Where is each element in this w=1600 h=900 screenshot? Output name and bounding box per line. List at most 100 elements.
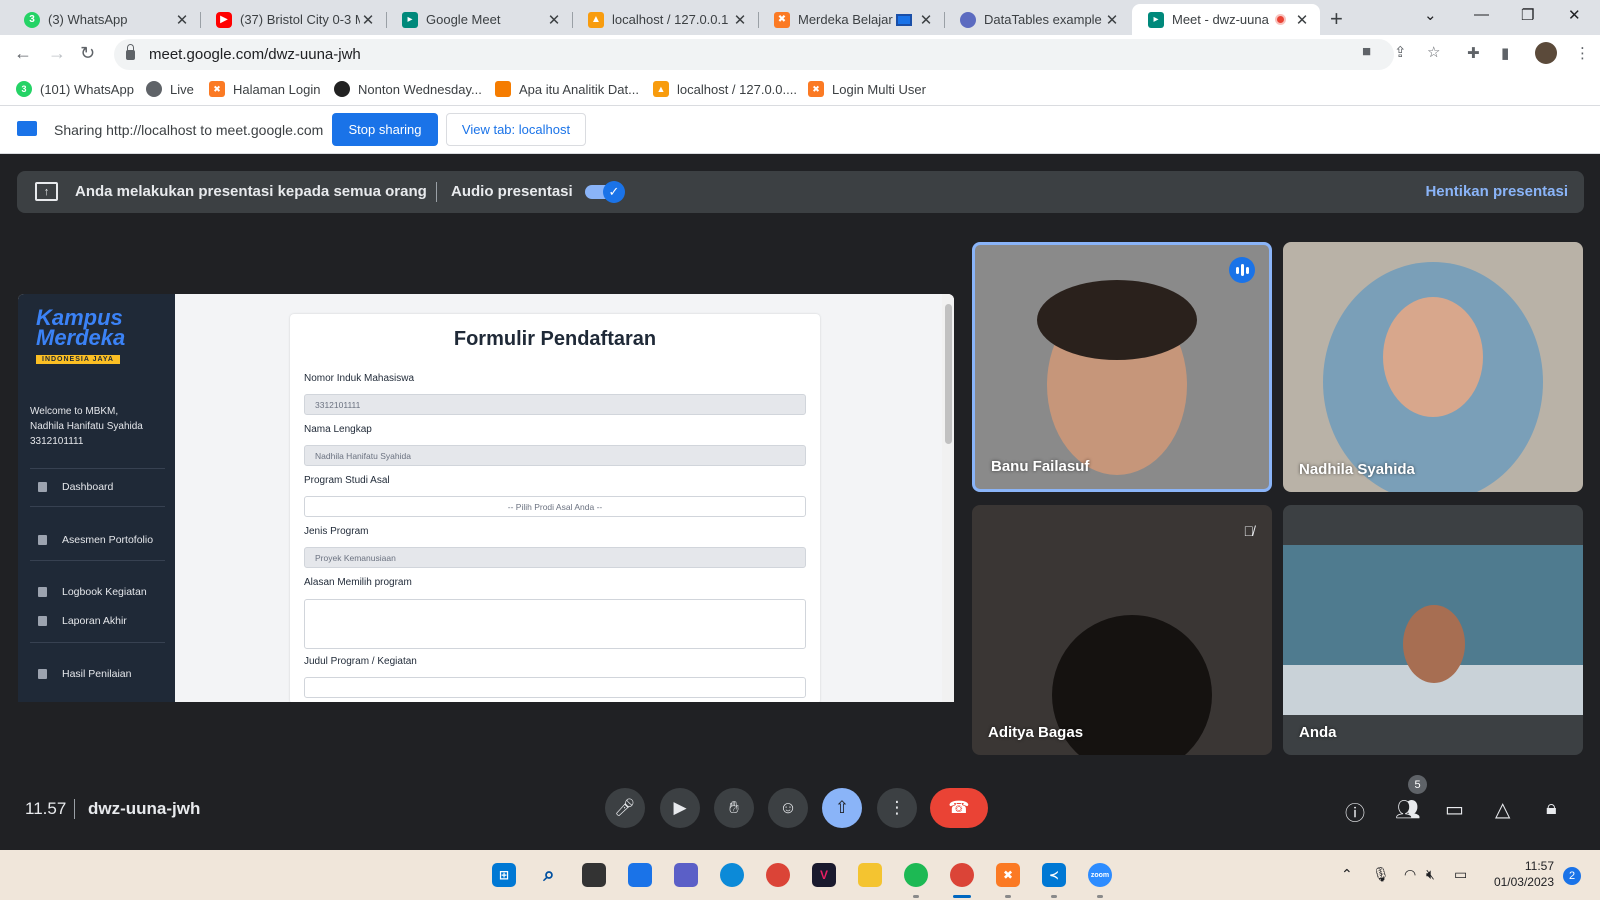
menu-item-hasil[interactable]: Hasil Penilaian — [38, 668, 131, 680]
close-tab-icon[interactable]: ✕ — [1104, 11, 1120, 29]
mic-tray-icon[interactable]: 🎙︎ — [1372, 866, 1390, 883]
mic-icon: 🎤︎ — [614, 798, 636, 817]
close-tab-icon[interactable]: ✕ — [360, 11, 376, 29]
menu-item-asesmen[interactable]: Asesmen Portofolio — [38, 534, 153, 546]
participant-tile[interactable]: Banu Failasuf — [972, 242, 1272, 492]
participant-tile[interactable]: Anda — [1283, 505, 1583, 755]
browser-tab[interactable]: ▲ localhost / 127.0.0.1 / ✕ — [572, 4, 759, 35]
close-tab-icon[interactable]: ✕ — [546, 11, 562, 29]
app-icon[interactable]: V — [812, 863, 836, 887]
back-icon[interactable]: ← — [14, 43, 32, 64]
minimize-icon[interactable]: — — [1474, 6, 1489, 23]
xampp-icon[interactable]: ✖ — [996, 863, 1020, 887]
menu-item-dashboard[interactable]: Dashboard — [38, 481, 113, 493]
file-explorer-icon[interactable] — [858, 863, 882, 887]
task-view-icon[interactable] — [582, 863, 606, 887]
close-tab-icon[interactable]: ✕ — [1294, 11, 1310, 29]
chat-icon[interactable]: ▭ — [1445, 797, 1464, 822]
scrollbar[interactable] — [942, 294, 954, 702]
phpmyadmin-icon: ▲ — [588, 11, 604, 28]
browser-tab[interactable]: 3 (3) WhatsApp ✕ — [8, 4, 201, 35]
presentation-banner: ↑ Anda melakukan presentasi kepada semua… — [17, 171, 1584, 213]
tab-search-icon[interactable]: ⌄ — [1424, 6, 1437, 24]
chrome-menu-icon[interactable]: ⋮ — [1575, 44, 1590, 62]
jenis-field[interactable]: Proyek Kemanusiaan — [304, 547, 806, 568]
raise-hand-button[interactable]: ✋︎ — [714, 788, 754, 828]
stop-presenting-link[interactable]: Hentikan presentasi — [1425, 183, 1568, 200]
host-controls-icon[interactable]: 🔒︎ — [1546, 797, 1557, 820]
camera-icon[interactable]: ■ — [1362, 43, 1371, 60]
more-options-button[interactable]: ⋮ — [877, 788, 917, 828]
new-tab-icon[interactable]: + — [1330, 6, 1343, 32]
menu-item-laporan[interactable]: Laporan Akhir — [38, 615, 127, 627]
menu-item-logbook[interactable]: Logbook Kegiatan — [38, 586, 147, 598]
participant-tile[interactable]: 🎙̸ Aditya Bagas — [972, 505, 1272, 755]
extensions-icon[interactable]: ✚ — [1467, 44, 1480, 62]
battery-icon[interactable]: ▭ — [1454, 866, 1467, 883]
analytics-icon — [495, 81, 511, 97]
windows-start-icon[interactable]: ⊞ — [492, 863, 516, 887]
people-icon[interactable]: 👥︎ — [1395, 797, 1420, 822]
prodi-select[interactable]: -- Pilih Prodi Asal Anda -- — [304, 496, 806, 517]
reload-icon[interactable]: ↻ — [80, 43, 95, 64]
prodi-label: Program Studi Asal — [304, 475, 390, 486]
wifi-icon[interactable]: ◠ — [1404, 866, 1416, 883]
maximize-icon[interactable]: ❐ — [1521, 6, 1534, 24]
notification-badge[interactable]: 2 — [1563, 867, 1581, 885]
judul-field[interactable] — [304, 677, 806, 698]
search-icon[interactable]: ⌕ — [537, 863, 561, 887]
browser-tab[interactable]: ▶ (37) Bristol City 0-3 M ✕ — [200, 4, 387, 35]
close-window-icon[interactable]: ✕ — [1568, 6, 1581, 24]
profile-avatar[interactable] — [1535, 42, 1557, 64]
nim-field[interactable]: 3312101111 — [304, 394, 806, 415]
chevron-up-icon[interactable]: ⌃ — [1341, 866, 1353, 883]
stop-sharing-button[interactable]: Stop sharing — [332, 113, 438, 146]
address-bar[interactable]: meet.google.com/dwz-uuna-jwh — [114, 39, 1394, 70]
bookmark-item[interactable]: Live — [146, 81, 194, 97]
close-tab-icon[interactable]: ✕ — [732, 11, 748, 29]
bookmark-item[interactable]: ✖ Login Multi User — [808, 81, 926, 97]
chrome-icon[interactable] — [950, 863, 974, 887]
browser-tab-active[interactable]: ▸ Meet - dwz-uuna ✕ — [1132, 4, 1320, 35]
edge-icon[interactable] — [720, 863, 744, 887]
leave-call-button[interactable]: ☎ — [930, 788, 988, 828]
nama-field[interactable]: Nadhila Hanifatu Syahida — [304, 445, 806, 466]
forward-icon[interactable]: → — [48, 43, 66, 64]
side-panel-icon[interactable]: ▮ — [1501, 44, 1509, 62]
bookmarks-bar: 3 (101) WhatsApp Live ✖ Halaman Login No… — [0, 74, 1600, 106]
bookmark-star-icon[interactable]: ☆ — [1427, 43, 1440, 61]
zoom-icon[interactable]: zoom — [1088, 863, 1112, 887]
teams-chat-icon[interactable] — [674, 863, 698, 887]
microphone-button[interactable]: 🎤︎ — [605, 788, 645, 828]
participant-tile[interactable]: Nadhila Syahida — [1283, 242, 1583, 492]
browser-tab[interactable]: DataTables example - ✕ — [944, 4, 1130, 35]
activities-icon[interactable]: △ — [1495, 797, 1510, 822]
speaker-muted-icon[interactable]: 🔇︎ — [1426, 866, 1435, 883]
info-icon[interactable]: ⓘ — [1345, 797, 1365, 826]
registration-form: Formulir Pendaftaran Nomor Induk Mahasis… — [290, 314, 820, 702]
spotify-icon[interactable] — [904, 863, 928, 887]
bookmark-item[interactable]: Apa itu Analitik Dat... — [495, 81, 639, 97]
browser-tab[interactable]: ▸ Google Meet ✕ — [386, 4, 573, 35]
camera-button[interactable]: ▶ — [660, 788, 700, 828]
system-clock[interactable]: 11:57 01/03/2023 — [1470, 858, 1554, 890]
bookmark-item[interactable]: Nonton Wednesday... — [334, 81, 482, 97]
close-tab-icon[interactable]: ✕ — [918, 11, 934, 29]
alasan-textarea[interactable] — [304, 599, 806, 649]
audio-toggle[interactable]: ✓ — [585, 181, 625, 203]
bookmark-item[interactable]: ▲ localhost / 127.0.0.... — [653, 81, 797, 97]
bookmark-item[interactable]: 3 (101) WhatsApp — [16, 81, 134, 97]
reactions-button[interactable]: ☺ — [768, 788, 808, 828]
view-tab-button[interactable]: View tab: localhost — [446, 113, 586, 146]
close-tab-icon[interactable]: ✕ — [174, 11, 190, 29]
bookmark-item[interactable]: ✖ Halaman Login — [209, 81, 320, 97]
present-button[interactable]: ⇧ — [822, 788, 862, 828]
share-icon[interactable]: ⇪ — [1394, 43, 1407, 61]
chrome-icon[interactable] — [766, 863, 790, 887]
widgets-icon[interactable] — [628, 863, 652, 887]
vscode-icon[interactable]: ≺ — [1042, 863, 1066, 887]
browser-tab[interactable]: ✖ Merdeka Belajar K ✕ — [758, 4, 945, 35]
participant-name: Anda — [1299, 724, 1337, 741]
netflix-icon — [334, 81, 350, 97]
tab-sharing-icon — [896, 13, 912, 26]
